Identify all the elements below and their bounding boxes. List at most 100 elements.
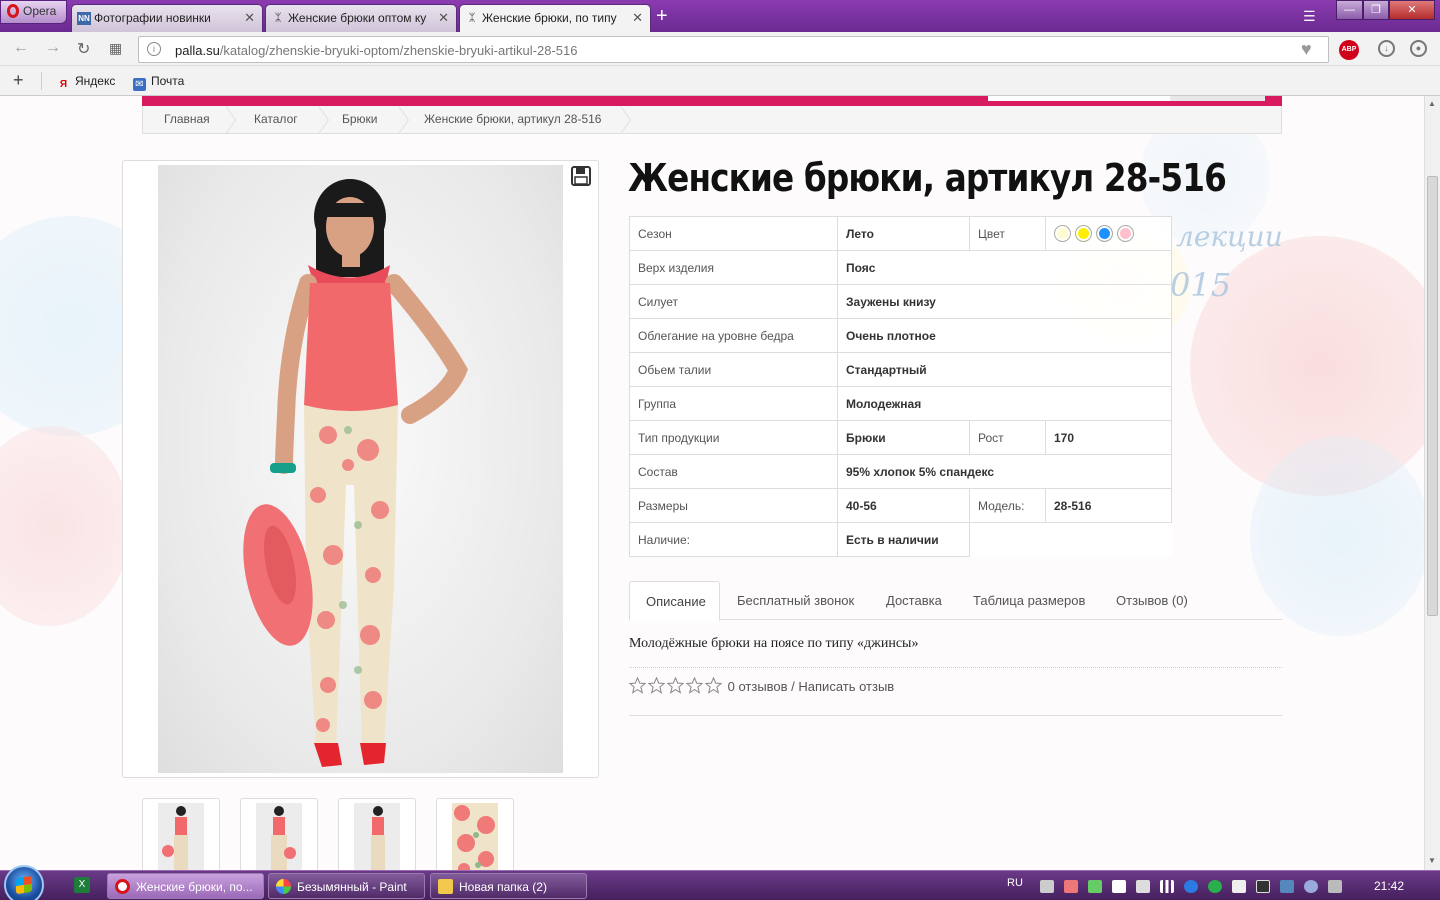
site-search-button[interactable]	[1170, 96, 1265, 101]
bookmark-heart-icon[interactable]: ♥	[1301, 39, 1312, 60]
forward-icon[interactable]: →	[45, 39, 61, 57]
tray-network-icon[interactable]	[1160, 880, 1174, 893]
minimize-button[interactable]: —	[1336, 0, 1363, 20]
color-swatch-cream[interactable]	[1054, 225, 1071, 242]
bookmark-mail[interactable]: ✉ Почта	[133, 74, 184, 91]
breadcrumb-pants[interactable]: Брюки	[342, 112, 378, 126]
product-thumbnail[interactable]	[240, 798, 318, 870]
excel-quicklaunch-icon[interactable]: X	[74, 877, 90, 893]
tab-free-call[interactable]: Бесплатный звонок	[721, 581, 870, 620]
account-icon[interactable]: ●	[1410, 40, 1427, 57]
save-image-icon[interactable]	[571, 166, 591, 186]
adblock-plus-icon[interactable]: ABP	[1339, 40, 1359, 60]
back-icon[interactable]: ←	[13, 39, 29, 57]
taskbar-item-opera[interactable]: Женские брюки, по...	[107, 873, 264, 899]
background-flower	[0, 426, 130, 626]
product-thumbnail[interactable]	[142, 798, 220, 870]
tray-globe-icon[interactable]	[1304, 880, 1318, 893]
address-bar: ← → ↻ ▦ i palla.su/katalog/zhenskie-bryu…	[0, 32, 1440, 66]
color-swatch-blue[interactable]	[1096, 225, 1113, 242]
new-tab-button[interactable]: +	[656, 5, 668, 28]
tray-display-icon[interactable]	[1256, 880, 1270, 893]
product-main-image-frame[interactable]	[122, 160, 599, 778]
spec-label: Рост	[969, 420, 1046, 455]
scroll-up-icon[interactable]: ▲	[1428, 99, 1436, 108]
reload-icon[interactable]: ↻	[77, 39, 90, 59]
browser-tab-photos[interactable]: NN Фотографии новинки ✕	[71, 4, 263, 32]
start-button[interactable]	[4, 865, 44, 900]
tab-close-icon[interactable]: ✕	[244, 10, 255, 26]
site-info-icon[interactable]: i	[147, 42, 161, 56]
tab-menu-icon[interactable]: ☰	[1303, 8, 1316, 25]
clock[interactable]: 21:42	[1374, 879, 1404, 893]
tab-close-icon[interactable]: ✕	[632, 10, 643, 26]
scrollbar-thumb[interactable]	[1427, 176, 1438, 616]
breadcrumb-catalog[interactable]: Каталог	[254, 112, 298, 126]
opera-menu-button[interactable]: Opera	[0, 0, 67, 24]
spec-label: Тип продукции	[629, 420, 838, 455]
folder-icon	[438, 879, 453, 894]
spec-label: Модель:	[969, 488, 1046, 523]
product-thumbnail[interactable]	[338, 798, 416, 870]
scroll-down-icon[interactable]: ▼	[1428, 856, 1436, 865]
language-indicator[interactable]: RU	[1007, 877, 1023, 889]
star-empty-icon	[648, 677, 665, 694]
add-bookmark-icon[interactable]: +	[13, 70, 24, 91]
tray-flag-icon[interactable]	[1112, 880, 1126, 893]
breadcrumb-home[interactable]: Главная	[164, 112, 210, 126]
tab-delivery[interactable]: Доставка	[870, 581, 958, 620]
color-swatch-yellow[interactable]	[1075, 225, 1092, 242]
mail-icon: ✉	[133, 78, 146, 91]
tab-close-icon[interactable]: ✕	[438, 10, 449, 26]
url-field[interactable]: i palla.su/katalog/zhenskie-bryuki-optom…	[138, 36, 1329, 63]
tray-security-icon[interactable]	[1088, 880, 1102, 893]
palla-favicon-icon: ᛯ	[468, 12, 476, 24]
spec-value: Лето	[837, 216, 970, 251]
spec-row-composition: Состав 95% хлопок 5% спандекс	[629, 454, 1172, 489]
spec-value: Есть в наличии	[837, 522, 970, 557]
spec-label: Верх изделия	[629, 250, 838, 285]
tab-size-chart[interactable]: Таблица размеров	[957, 581, 1101, 620]
tray-g-icon[interactable]	[1184, 880, 1198, 893]
bookmark-yandex[interactable]: Я Яндекс	[57, 74, 115, 91]
tab-title: Женские брюки оптом ку	[288, 11, 427, 25]
breadcrumb-separator	[318, 106, 333, 134]
site-search-input[interactable]	[988, 96, 1170, 101]
spec-label: Сезон	[629, 216, 838, 251]
url-text[interactable]: palla.su/katalog/zhenskie-bryuki-optom/z…	[175, 43, 577, 58]
close-window-button[interactable]: ✕	[1389, 0, 1435, 20]
tab-description[interactable]: Описание	[629, 581, 720, 621]
tray-shield-icon[interactable]	[1328, 880, 1342, 893]
tray-monitor-icon[interactable]	[1040, 880, 1054, 893]
tab-reviews[interactable]: Отзывов (0)	[1100, 581, 1204, 620]
spec-row-availability: Наличие: Есть в наличии	[629, 522, 1172, 557]
breadcrumb-separator	[225, 106, 240, 134]
tray-torrent-icon[interactable]	[1208, 880, 1222, 893]
spec-row-group: Группа Молодежная	[629, 386, 1172, 421]
spec-row-season: Сезон Лето Цвет	[629, 216, 1172, 251]
color-swatch-pink[interactable]	[1117, 225, 1134, 242]
browser-tab-catalog[interactable]: ᛯ Женские брюки оптом ку ✕	[265, 4, 457, 32]
speed-dial-icon[interactable]: ▦	[109, 40, 122, 57]
taskbar-item-paint[interactable]: Безымянный - Paint	[268, 873, 425, 899]
opera-icon	[115, 879, 130, 894]
model-in-floral-pants-image	[243, 179, 468, 767]
taskbar-item-label: Новая папка (2)	[459, 880, 547, 894]
star-empty-icon	[629, 677, 646, 694]
tray-sync-icon[interactable]	[1280, 880, 1294, 893]
spec-value: 28-516	[1045, 488, 1172, 523]
page-scrollbar[interactable]: ▲ ▼	[1424, 96, 1440, 870]
product-photo[interactable]	[158, 165, 563, 773]
spec-row-waist: Обьем талии Стандартный	[629, 352, 1172, 387]
browser-tab-product[interactable]: ᛯ Женские брюки, по типу ✕	[459, 4, 651, 32]
thumbnail-image	[354, 803, 400, 870]
tray-device-icon[interactable]	[1136, 880, 1150, 893]
tray-app-icon[interactable]	[1064, 880, 1078, 893]
taskbar-item-folder[interactable]: Новая папка (2)	[430, 873, 587, 899]
rating-text-link[interactable]: 0 отзывов / Написать отзыв	[728, 679, 895, 694]
download-icon[interactable]: ↓	[1378, 40, 1395, 57]
site-header-strip	[142, 96, 1282, 106]
tray-volume-icon[interactable]	[1232, 880, 1246, 893]
restore-button[interactable]: ❐	[1363, 0, 1389, 20]
product-thumbnail[interactable]	[436, 798, 514, 870]
